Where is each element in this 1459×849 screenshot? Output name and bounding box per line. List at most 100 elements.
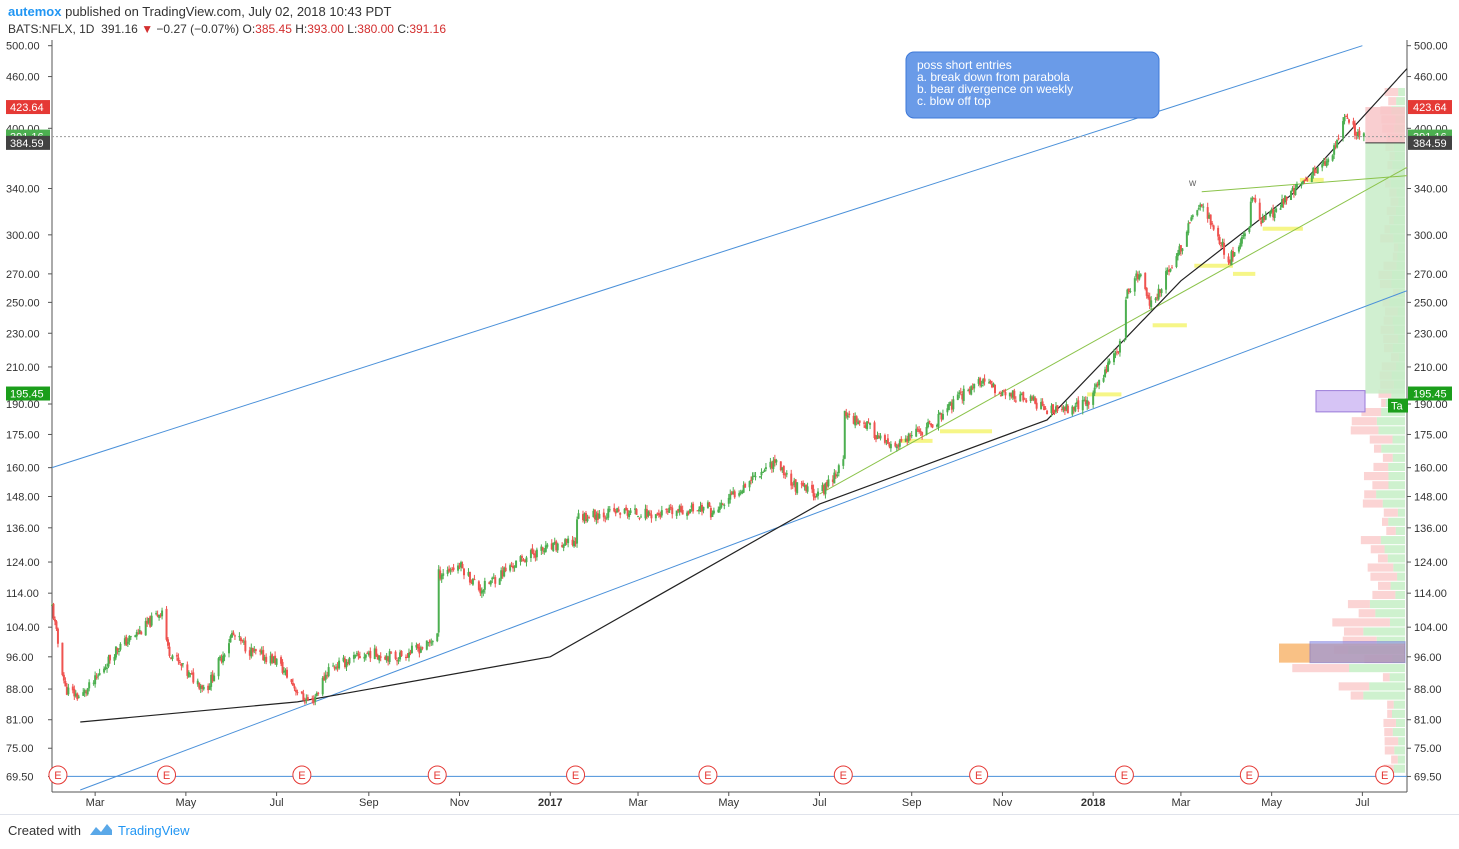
annotation-note[interactable]: poss short entries a. break down from pa… — [905, 51, 1160, 119]
candle-body — [546, 544, 549, 547]
candle-body — [140, 631, 143, 635]
y-tick-label: 250.00 — [1414, 297, 1448, 309]
y-tick-label-left: 460.00 — [6, 72, 40, 84]
candle-body — [103, 668, 106, 673]
candle-body — [1154, 298, 1157, 301]
candle-body — [1124, 299, 1127, 338]
candle-body — [265, 656, 268, 663]
x-tick-label: Mar — [86, 797, 105, 809]
profile-bar-up — [1397, 508, 1405, 517]
candle-body — [177, 657, 180, 662]
y-tick-label: 136.00 — [1414, 523, 1448, 535]
profile-bar-up — [1398, 737, 1405, 746]
candle-body — [1223, 243, 1226, 255]
candle-body — [1066, 405, 1069, 414]
purple-box — [1315, 390, 1366, 413]
candle-body — [303, 701, 306, 703]
profile-bar-down — [1386, 526, 1396, 536]
profile-bar-down — [1391, 755, 1398, 764]
profile-bar-down — [1382, 517, 1389, 526]
candle-body — [227, 643, 230, 654]
candle-body — [109, 654, 112, 661]
profile-bar-down — [1360, 536, 1381, 545]
earnings-marker-label: E — [1246, 770, 1253, 782]
candle-body — [567, 538, 570, 544]
candle-body — [436, 633, 439, 642]
candle-body — [915, 428, 918, 437]
profile-bar-down — [1364, 490, 1377, 499]
candle-body — [1160, 289, 1163, 294]
note-line-4: c. blow off top — [917, 94, 991, 108]
candle-body — [931, 424, 934, 428]
candle-body — [425, 640, 428, 650]
candle-body — [665, 508, 668, 510]
profile-bar-down — [1372, 481, 1389, 490]
candle-body — [775, 459, 778, 463]
candle-body — [698, 509, 701, 512]
candle-body — [637, 516, 640, 518]
author-link[interactable]: autemox — [8, 4, 61, 19]
candle-body — [785, 473, 788, 475]
profile-bar-up — [1395, 590, 1405, 600]
earnings-marker-label: E — [434, 770, 441, 782]
y-tick-label-left: 340.00 — [6, 184, 40, 196]
candle-body — [602, 512, 605, 518]
x-tick-label: May — [718, 797, 739, 809]
candle-body — [1001, 392, 1004, 396]
x-tick-label: Sep — [902, 797, 922, 809]
candle-body — [515, 560, 518, 568]
profile-bar-up — [1397, 755, 1405, 764]
candle-body — [873, 422, 876, 439]
price-chart[interactable]: 500.00500.00460.00460.00400.00400.00340.… — [0, 40, 1459, 814]
earnings-marker-label: E — [572, 770, 579, 782]
tradingview-brand-link[interactable]: TradingView — [118, 823, 190, 838]
profile-bar-down — [1373, 444, 1382, 453]
y-tick-label-left: 81.00 — [6, 715, 34, 727]
candle-body — [286, 669, 289, 678]
candle-body — [919, 430, 922, 433]
candle-body — [1347, 119, 1350, 123]
candle-body — [1092, 392, 1095, 405]
y-tick-label: 96.00 — [1414, 652, 1442, 664]
candle-body — [577, 513, 580, 519]
profile-bar-up — [1393, 563, 1405, 572]
candle-body — [525, 557, 528, 563]
y-tick-label-left: 160.00 — [6, 463, 40, 475]
candle-body — [338, 660, 341, 669]
profile-bar-down — [1363, 472, 1389, 481]
candle-body — [921, 432, 924, 436]
candle-body — [1301, 181, 1304, 185]
candle-body — [598, 513, 601, 519]
profile-bar-up — [1392, 728, 1405, 737]
candle-body — [232, 632, 235, 635]
candle-body — [1023, 398, 1026, 400]
high-value: 393.00 — [307, 22, 344, 36]
symbol-label[interactable]: BATS:NFLX, 1D — [8, 22, 94, 36]
candle-body — [1331, 155, 1334, 161]
candle-body — [468, 572, 471, 583]
candle-body — [1123, 339, 1126, 341]
published-text: published on TradingView.com, July 02, 2… — [65, 4, 392, 19]
candle-body — [723, 504, 726, 506]
candle-body — [1013, 390, 1016, 399]
candle-body — [1139, 274, 1142, 277]
candle-body — [67, 687, 70, 695]
candle-body — [158, 614, 161, 618]
x-tick-label: Mar — [1171, 797, 1190, 809]
candle-body — [244, 640, 247, 652]
earnings-marker-label: E — [840, 770, 847, 782]
profile-bar-down — [1358, 609, 1376, 618]
candle-body — [660, 510, 663, 516]
candle-body — [879, 435, 882, 439]
candle-body — [751, 476, 754, 480]
candle-body — [556, 543, 559, 551]
created-with-text: Created with — [8, 823, 81, 838]
profile-bar-up — [1388, 472, 1405, 481]
profile-bar-down — [1370, 572, 1398, 581]
candle-body — [648, 513, 651, 515]
candle-body — [754, 476, 757, 478]
candle-body — [1114, 353, 1117, 355]
candle-body — [442, 573, 445, 576]
candle-body — [617, 509, 620, 512]
candle-body — [275, 658, 278, 665]
